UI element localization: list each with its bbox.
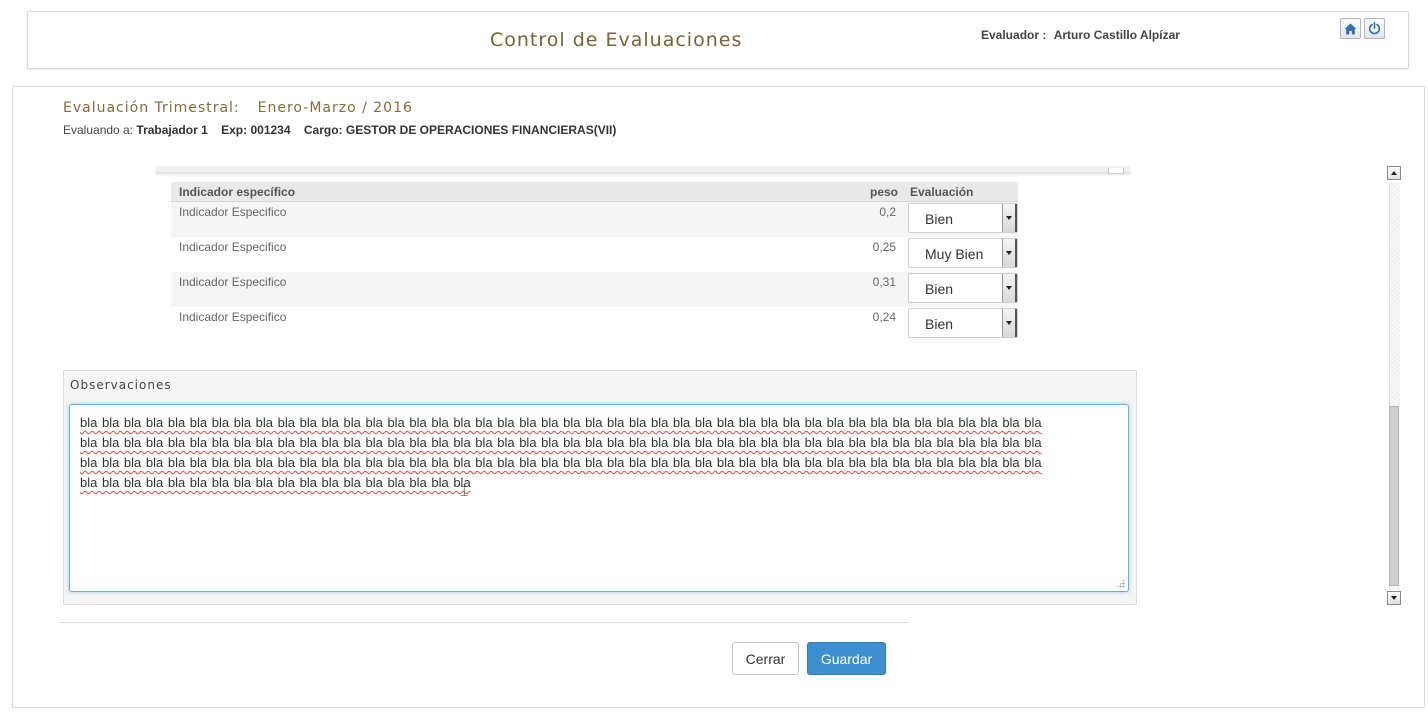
evaluacion-select[interactable]: Muy Bien [908,238,1018,268]
evaluador-label: Evaluador : [981,28,1047,42]
observaciones-panel: Observaciones bla bla bla bla bla bla bl… [63,370,1137,605]
evaluacion-select[interactable]: Bien [908,273,1018,303]
dropdown-arrow-icon[interactable] [1002,239,1017,267]
indicator-cell: Indicador Especifico [171,201,830,237]
evaluacion-selected: Bien [925,316,954,332]
peso-cell: 0,31 [830,272,906,307]
table-header-row: Indicador específico peso Evaluación [171,182,1018,202]
peso-cell: 0,24 [872,310,896,324]
indicator-cell: Indicador Especifico [171,272,830,307]
peso-cell: 0,2 [830,201,906,237]
table-row: Indicador Especifico 0,25 Muy Bien [171,237,1018,272]
evaluation-type-label: Evaluación Trimestral: [63,100,240,116]
observaciones-line: bla bla bla bla bla bla bla bla bla bla … [80,435,1042,450]
home-icon [1344,23,1357,34]
indicator-cell: Indicador Especifico [179,310,287,324]
evaluacion-select[interactable]: Bien [908,308,1018,338]
evaluacion-selected: Bien [925,211,954,227]
home-button[interactable] [1340,18,1361,39]
exp-value: 001234 [250,123,291,137]
observaciones-line: bla bla bla bla bla bla bla bla bla bla … [80,475,471,490]
evaluador-info: Evaluador : Arturo Castillo Alpízar [981,28,1180,42]
evaluando-label: Evaluando a: [63,123,134,137]
indicator-cell: Indicador Especifico [179,240,287,254]
logout-button[interactable] [1364,18,1385,39]
header-panel: Control de Evaluaciones Evaluador : Artu… [27,11,1409,69]
scrolled-section-edge [156,166,1130,174]
evaluacion-selected: Muy Bien [925,246,984,262]
cargo-value: GESTOR DE OPERACIONES FINANCIERAS(VII) [345,123,617,137]
evaluador-name: Arturo Castillo Alpízar [1053,28,1180,42]
main-panel: Evaluación Trimestral: Enero-Marzo / 2016… [12,86,1425,708]
scroll-up-icon[interactable] [1387,166,1401,180]
peso-cell: 0,25 [872,240,896,254]
evaluation-title: Evaluación Trimestral: Enero-Marzo / 2016 [63,100,413,116]
dropdown-arrow-icon[interactable] [1002,309,1017,337]
observaciones-label: Observaciones [70,378,172,392]
power-icon [1368,22,1381,35]
scrollbar-thumb[interactable] [1389,406,1399,586]
worker-name: Trabajador 1 [136,123,208,137]
cerrar-button[interactable]: Cerrar [732,642,799,675]
col-indicador: Indicador específico [171,182,830,202]
scroll-down-icon[interactable] [1387,591,1401,605]
indicators-table: Indicador específico peso Evaluación Ind… [171,182,1018,342]
evaluacion-selected: Bien [925,281,954,297]
divider [59,622,908,623]
evaluacion-select[interactable]: Bien [908,203,1018,233]
col-peso: peso [830,182,906,202]
dropdown-arrow-icon[interactable] [1002,204,1017,232]
table-row: Indicador Especifico 0,24 Bien [171,307,1018,342]
col-evaluacion: Evaluación [906,182,1018,202]
evaluando-info: Evaluando a: Trabajador 1 Exp: 001234 Ca… [63,123,616,137]
table-row: Indicador Especifico 0,31 Bien [171,272,1018,307]
observaciones-line: bla bla bla bla bla bla bla bla bla bla … [80,455,1042,470]
app-title: Control de Evaluaciones [490,29,743,51]
observaciones-line: bla bla bla bla bla bla bla bla bla bla … [80,415,1042,430]
dropdown-arrow-icon[interactable] [1002,274,1017,302]
cargo-label: Cargo: [303,123,343,137]
exp-label: Exp: [221,123,248,137]
resize-grip-icon[interactable] [1116,579,1125,588]
observaciones-textarea[interactable]: bla bla bla bla bla bla bla bla bla bla … [69,404,1129,592]
guardar-button[interactable]: Guardar [807,642,886,675]
text-cursor-icon: ⌶ [460,484,469,500]
table-row: Indicador Especifico 0,2 Bien [171,201,1018,237]
evaluation-period: Enero-Marzo / 2016 [257,100,413,116]
vertical-scrollbar[interactable] [1387,166,1403,606]
